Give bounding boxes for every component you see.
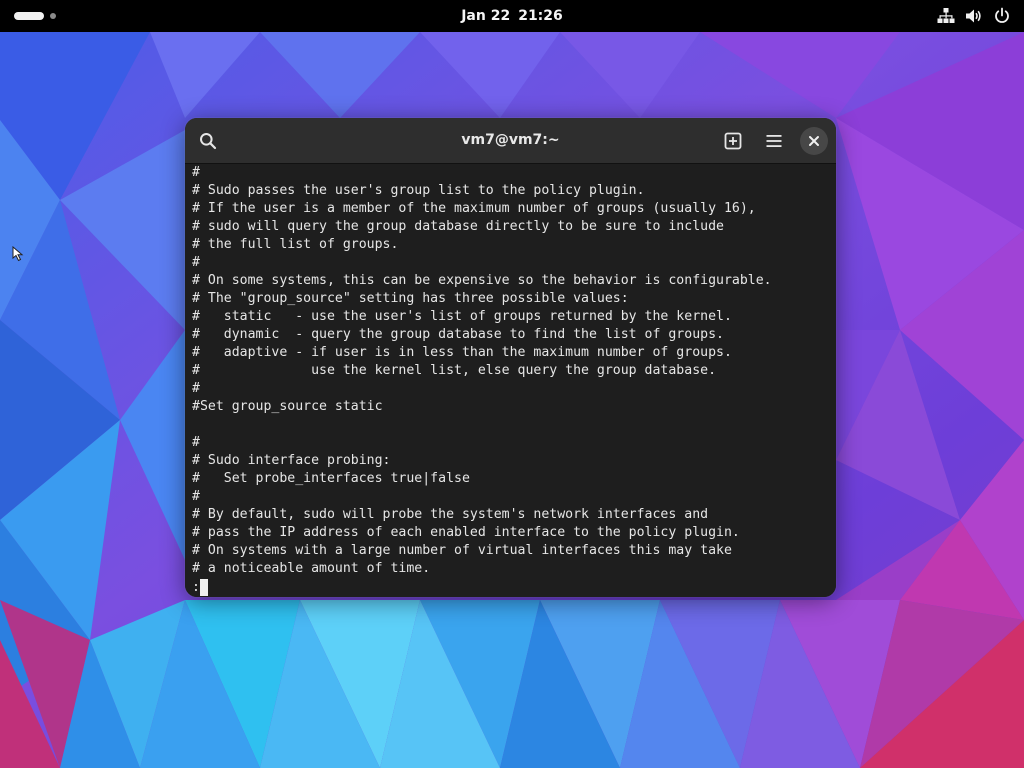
terminal-window[interactable]: vm7@vm7:~ # # Sudo passes the user's gro… (185, 118, 836, 597)
system-tray[interactable] (928, 6, 1012, 26)
terminal-line: #Set group_source static (192, 399, 383, 414)
clock-button[interactable]: Jan 22 21:26 (461, 8, 563, 24)
terminal-line: # (192, 165, 200, 180)
terminal-line: # the full list of groups. (192, 237, 399, 252)
terminal-line: # use the kernel list, else query the gr… (192, 363, 717, 378)
terminal-line: # (192, 255, 200, 270)
close-icon (809, 136, 819, 146)
terminal-line: # Sudo interface probing: (192, 453, 391, 468)
clock-date: Jan 22 (461, 8, 511, 24)
terminal-line: # a noticeable amount of time. (192, 561, 431, 576)
terminal-line: # dynamic - query the group database to … (192, 327, 724, 342)
main-menu-button[interactable] (760, 127, 788, 155)
network-wired-icon[interactable] (936, 6, 956, 26)
terminal-line: # By default, sudo will probe the system… (192, 507, 709, 522)
power-icon[interactable] (992, 6, 1012, 26)
terminal-line: # adaptive - if user is in less than the… (192, 345, 732, 360)
terminal-line: # The "group_source" setting has three p… (192, 291, 629, 306)
terminal-headerbar[interactable]: vm7@vm7:~ (185, 118, 836, 164)
hamburger-menu-icon (766, 135, 782, 147)
volume-icon[interactable] (964, 6, 984, 26)
terminal-line: # (192, 489, 200, 504)
mouse-pointer-icon (12, 245, 26, 262)
terminal-line: # On some systems, this can be expensive… (192, 273, 772, 288)
terminal-line: # Set probe_interfaces true|false (192, 471, 470, 486)
search-button[interactable] (194, 127, 222, 155)
new-tab-button[interactable] (719, 127, 747, 155)
terminal-line: # Sudo passes the user's group list to t… (192, 183, 645, 198)
terminal-line: # (192, 381, 200, 396)
terminal-line: # (192, 435, 200, 450)
close-button[interactable] (800, 127, 828, 155)
workspace-inactive-indicator (50, 13, 56, 19)
clock: Jan 22 21:26 (0, 0, 1024, 32)
top-bar: Jan 22 21:26 (0, 0, 1024, 32)
activities-button[interactable] (14, 10, 64, 22)
text-cursor (199, 578, 208, 596)
workspace-active-indicator (14, 12, 44, 20)
search-icon (200, 133, 217, 150)
pager-prompt-line[interactable]: : (192, 578, 836, 596)
new-tab-icon (724, 132, 742, 150)
terminal-line: # On systems with a large number of virt… (192, 543, 732, 558)
terminal-output: # # Sudo passes the user's group list to … (192, 164, 836, 578)
terminal-line: # If the user is a member of the maximum… (192, 201, 756, 216)
pager-prompt: : (192, 579, 200, 595)
terminal-line: # sudo will query the group database dir… (192, 219, 724, 234)
clock-time: 21:26 (518, 8, 563, 24)
terminal-line: # pass the IP address of each enabled in… (192, 525, 740, 540)
terminal-line: # static - use the user's list of groups… (192, 309, 732, 324)
terminal-content[interactable]: # # Sudo passes the user's group list to … (185, 164, 836, 597)
